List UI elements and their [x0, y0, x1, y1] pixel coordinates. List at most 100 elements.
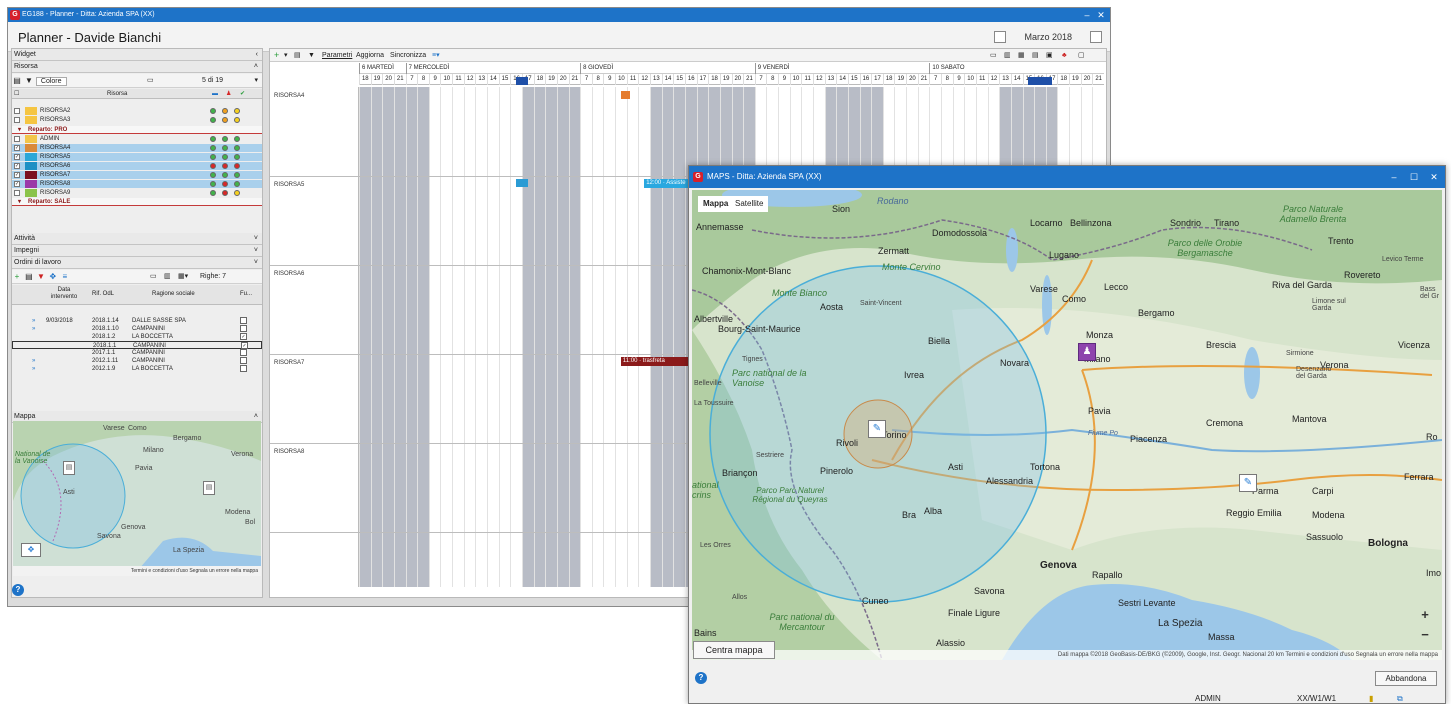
order-checkbox[interactable] [240, 365, 247, 372]
resource-checkbox[interactable]: ✓ [14, 172, 20, 178]
calendar-next-icon[interactable] [1090, 31, 1102, 43]
close-icon[interactable]: ✕ [1427, 170, 1441, 184]
resource-color-swatch[interactable] [25, 135, 37, 143]
appointment-event[interactable]: 11:00 · trasfreta [620, 357, 691, 366]
resource-color-swatch[interactable] [25, 180, 37, 188]
view-week-icon[interactable]: ▥ [1004, 49, 1011, 62]
work-order-row[interactable]: 2018.1.1 CAMPANINI ✓ [12, 341, 262, 349]
resource-row[interactable]: RISORSA9 [12, 189, 262, 197]
day-label[interactable]: 8 GIOVEDÌ [580, 63, 613, 74]
work-order-row[interactable]: » 9/03/2018 2018.1.14 DALLE SASSE SPA [12, 317, 262, 325]
export-icon[interactable]: ▤ [294, 49, 301, 62]
order-checkbox[interactable] [240, 317, 247, 324]
order-checkbox[interactable] [240, 325, 247, 332]
aggiorna-button[interactable]: Aggiorna [356, 49, 384, 62]
resource-color-swatch[interactable] [25, 144, 37, 152]
appointment-block[interactable] [516, 179, 528, 187]
maximize-icon[interactable]: ☐ [1407, 170, 1421, 184]
day-label[interactable]: 9 VENERDÌ [754, 63, 789, 74]
day-label[interactable]: 7 MERCOLEDÌ [405, 63, 449, 74]
order-checkbox[interactable]: ✓ [240, 333, 247, 340]
go-arrow-icon[interactable]: » [32, 317, 35, 325]
resource-checkbox[interactable]: ✓ [14, 163, 20, 169]
go-arrow-icon[interactable]: » [32, 325, 35, 333]
add-icon[interactable]: + [274, 49, 279, 62]
view-list-icon[interactable]: ▤ [1032, 49, 1039, 62]
filter-icon[interactable]: ▼ [24, 74, 34, 88]
move-icon[interactable]: ✥ [48, 270, 58, 284]
close-icon[interactable]: ✕ [1094, 8, 1108, 22]
chevron-down-icon[interactable]: ▾ [18, 126, 21, 134]
attivita-header[interactable]: Attività ˅ [12, 233, 262, 245]
appointment-block[interactable] [620, 91, 631, 99]
resource-color-swatch[interactable] [25, 107, 37, 115]
resource-checkbox[interactable] [14, 117, 20, 123]
appointment-block[interactable] [516, 77, 528, 85]
resources-icon[interactable]: ♣ [1062, 49, 1067, 62]
tab-satellite[interactable]: Satellite [730, 196, 769, 212]
minimize-icon[interactable]: – [1080, 8, 1094, 22]
resource-color-swatch[interactable] [25, 189, 37, 197]
zoom-in-icon[interactable]: + [1418, 608, 1432, 622]
order-checkbox[interactable] [240, 357, 247, 364]
filter-icon[interactable]: ▼ [308, 49, 315, 62]
order-checkbox[interactable]: ✓ [241, 342, 248, 349]
calendar-icon[interactable]: ▭ [147, 74, 154, 88]
user-location-icon[interactable]: ♟ [1078, 343, 1096, 361]
export-icon[interactable]: ▤ [12, 74, 22, 88]
document-pin-icon[interactable]: ▤ [203, 481, 215, 495]
view-grid-icon[interactable]: ▣ [1046, 49, 1053, 62]
widget-header[interactable]: Widget ‹ [12, 49, 262, 61]
chevron-down-icon[interactable]: ▾ [254, 74, 258, 88]
chevron-down-icon[interactable]: ˅ [254, 233, 258, 245]
center-map-button[interactable]: Centra mappa [693, 641, 775, 659]
chevron-up-icon[interactable]: ˄ [254, 61, 258, 73]
resource-color-swatch[interactable] [25, 153, 37, 161]
chevron-down-icon[interactable]: ▾ [18, 198, 21, 206]
pushpin-icon[interactable]: ✎ [1239, 474, 1257, 492]
resource-checkbox[interactable] [14, 136, 20, 142]
parametri-button[interactable]: Parametri [322, 49, 352, 62]
group-header-sale[interactable]: ▾ Reparto: SALE [12, 198, 262, 206]
go-arrow-icon[interactable]: » [32, 357, 35, 365]
day-label[interactable]: 10 SABATO [929, 63, 965, 74]
impegni-header[interactable]: Impegni ˅ [12, 245, 262, 257]
resource-row[interactable]: ✓ RISORSA7 [12, 171, 262, 179]
tab-mappa[interactable]: Mappa [698, 196, 734, 212]
mini-map[interactable]: Varese Como Bergamo Milano Verona Pavia … [13, 421, 261, 576]
resource-checkbox[interactable]: ✓ [14, 154, 20, 160]
filter-icon[interactable]: ▼ [36, 270, 46, 284]
zoom-out-icon[interactable]: − [1418, 628, 1432, 642]
day-label[interactable]: 6 MARTEDÌ [359, 63, 394, 74]
risorsa-header[interactable]: Risorsa ˄ [12, 61, 262, 73]
group-header-pro[interactable]: ▾ Reparto: PRO [12, 126, 262, 134]
sincronizza-button[interactable]: Sincronizza [390, 49, 426, 62]
resource-row[interactable]: ✓ RISORSA8 [12, 180, 262, 188]
calendar-prev-icon[interactable] [994, 31, 1006, 43]
help-icon[interactable]: ? [12, 584, 24, 596]
order-checkbox[interactable] [240, 349, 247, 356]
help-icon[interactable]: ? [695, 672, 707, 684]
appointment-block[interactable] [1028, 77, 1052, 85]
chevron-down-icon[interactable]: ˅ [254, 257, 258, 269]
minimize-icon[interactable]: – [1387, 170, 1401, 184]
resource-color-swatch[interactable] [25, 116, 37, 124]
work-order-row[interactable]: » 2012.1.9 LA BOCCETTA [12, 365, 262, 373]
resource-row[interactable]: RISORSA2 [12, 107, 262, 115]
resource-row[interactable]: ✓ RISORSA6 [12, 162, 262, 170]
rows-dropdown-icon[interactable]: ▦▾ [178, 270, 188, 284]
select-all-checkbox[interactable]: ☐ [14, 89, 19, 99]
document-pin-icon[interactable]: ▤ [63, 461, 75, 475]
resource-color-swatch[interactable] [25, 171, 37, 179]
columns-icon[interactable]: ▥ [164, 270, 171, 284]
collapse-left-icon[interactable]: ‹ [256, 49, 258, 61]
export-icon[interactable]: ▤ [24, 270, 34, 284]
work-order-row[interactable]: 2018.1.2 LA BOCCETTA ✓ [12, 333, 262, 341]
resource-row[interactable]: RISORSA3 [12, 116, 262, 124]
work-order-row[interactable]: 2017.1.1 CAMPANINI [12, 349, 262, 357]
map-canvas[interactable]: Mappa Satellite Sion Rodano Annemasse Do… [692, 190, 1442, 660]
colore-button[interactable]: Colore [35, 77, 67, 86]
pushpin-icon[interactable]: ✎ [868, 420, 886, 438]
resource-row[interactable]: ✓ RISORSA4 [12, 144, 262, 152]
work-order-row[interactable]: » 2018.1.10 CAMPANINI [12, 325, 262, 333]
